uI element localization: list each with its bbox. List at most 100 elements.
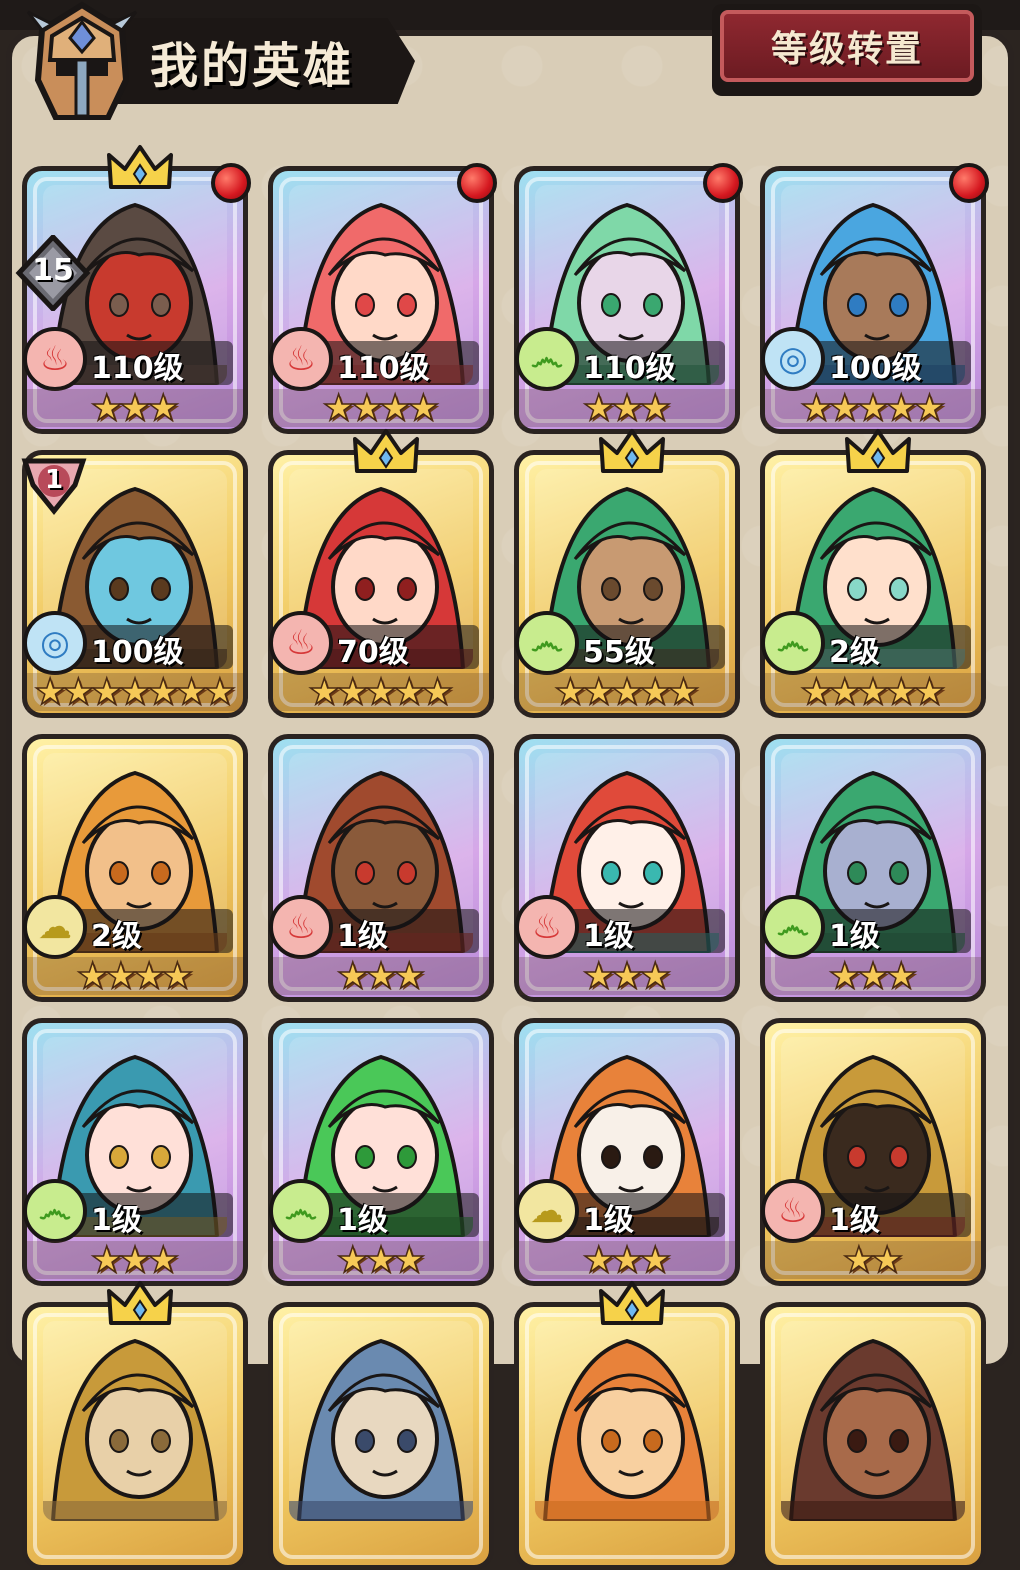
star-rating: ★ ★ ★ ★ ★ ★ ★ [27, 671, 243, 714]
star-rating: ★ ★ ★ [273, 1239, 489, 1282]
hero-portrait [289, 1321, 473, 1521]
hero-card[interactable]: ෴ 110级 ★ ★ ★ [514, 163, 743, 434]
hero-level: 110级 [583, 351, 676, 386]
star-rating: ★ ★ ★ ★ ★ [765, 671, 981, 714]
hero-card[interactable] [22, 1281, 248, 1570]
water-element-icon: ◎ [23, 611, 87, 675]
notification-dot [703, 163, 743, 203]
fire-element-icon: ♨ [269, 611, 333, 675]
hero-level: 2级 [91, 919, 142, 954]
hero-card[interactable]: ♨ 1级 ★ ★ ★ [268, 734, 494, 1002]
star-icon: ★ [638, 387, 672, 430]
wind-element-icon: ෴ [23, 1179, 87, 1243]
wind-element-icon: ෴ [269, 1179, 333, 1243]
crown-icon [599, 429, 665, 473]
rank-badge: 15 [15, 233, 91, 313]
star-icon: ★ [913, 671, 947, 714]
hero-card[interactable]: ෴ 1级 ★ ★ ★ [268, 1018, 494, 1286]
star-icon: ★ [146, 1239, 180, 1282]
earth-element-icon: ☁ [23, 895, 87, 959]
star-rating: ★ ★ ★ [765, 955, 981, 998]
level-reset-label: 等级转置 [720, 10, 974, 82]
star-rating: ★ ★ ★ [519, 955, 735, 998]
hero-level: 1级 [829, 1203, 880, 1238]
hero-card[interactable]: ☁ 2级 ★ ★ ★ ★ [22, 734, 248, 1002]
star-icon: ★ [421, 671, 455, 714]
star-icon: ★ [638, 955, 672, 998]
fire-element-icon: ♨ [761, 1179, 825, 1243]
hero-card[interactable]: ♨ 1级 ★ ★ [760, 1018, 986, 1286]
hero-card[interactable] [514, 1281, 740, 1570]
crown-icon [107, 145, 173, 189]
star-rating: ★ ★ ★ ★ ★ [273, 671, 489, 714]
hero-level: 70级 [337, 635, 409, 670]
hero-card[interactable] [268, 1302, 494, 1570]
star-rating: ★ ★ ★ [27, 387, 243, 429]
hero-portrait [535, 1321, 719, 1521]
star-rating: ★ ★ ★ [519, 1239, 735, 1282]
wind-element-icon: ෴ [761, 611, 825, 675]
hero-card[interactable]: ◎ 100级 ★ ★ ★ ★ ★ [760, 163, 989, 434]
hero-level: 55级 [583, 635, 655, 670]
fire-element-icon: ♨ [269, 327, 333, 391]
star-icon: ★ [392, 1239, 426, 1282]
helmet-icon [26, 1, 138, 120]
level-reset-button[interactable]: 等级转置 [712, 4, 982, 96]
hero-card[interactable]: ◎ 100级 ★ ★ ★ ★ ★ ★ ★ 1 [19, 450, 248, 718]
hero-card[interactable]: ♨ 1级 ★ ★ ★ [514, 734, 740, 1002]
star-rating: ★ ★ ★ ★ ★ [519, 671, 735, 714]
hero-card[interactable]: ෴ 1级 ★ ★ ★ [22, 1018, 248, 1286]
star-icon: ★ [913, 387, 947, 430]
star-icon: ★ [161, 955, 195, 998]
page-title: 我的英雄 [150, 38, 355, 94]
star-rating: ★ ★ [765, 1239, 981, 1282]
star-rating: ★ ★ ★ [27, 1239, 243, 1282]
hero-card[interactable]: ෴ 2级 ★ ★ ★ ★ ★ [760, 429, 986, 718]
hero-level: 1级 [337, 1203, 388, 1238]
star-icon: ★ [392, 955, 426, 998]
rank-badge-value: 15 [32, 253, 74, 288]
hero-portrait [781, 1321, 965, 1521]
awaken-badge: 1 [19, 451, 89, 515]
hero-level: 100级 [829, 351, 922, 386]
star-icon: ★ [638, 1239, 672, 1282]
wind-element-icon: ෴ [761, 895, 825, 959]
hero-level: 100级 [91, 635, 184, 670]
hero-level: 1级 [583, 1203, 634, 1238]
hero-card[interactable]: ♨ 110级 ★ ★ ★ 15 [15, 145, 251, 434]
hero-level: 1级 [337, 919, 388, 954]
hero-card[interactable] [760, 1302, 986, 1570]
crown-icon [599, 1281, 665, 1325]
crown-icon [107, 1281, 173, 1325]
hero-card[interactable]: ☁ 1级 ★ ★ ★ [514, 1018, 740, 1286]
star-rating: ★ ★ ★ [273, 955, 489, 998]
hero-card[interactable]: ♨ 110级 ★ ★ ★ ★ [268, 163, 497, 434]
star-rating: ★ ★ ★ [519, 387, 735, 430]
earth-element-icon: ☁ [515, 1179, 579, 1243]
star-icon: ★ [407, 387, 441, 430]
star-rating: ★ ★ ★ ★ [273, 387, 489, 430]
star-icon: ★ [884, 955, 918, 998]
star-icon: ★ [203, 671, 237, 714]
hero-level: 110级 [337, 351, 430, 386]
star-rating: ★ ★ ★ ★ [27, 955, 243, 998]
hero-level: 110级 [91, 351, 184, 386]
water-element-icon: ◎ [761, 327, 825, 391]
notification-dot [949, 163, 989, 203]
hero-level: 1级 [829, 919, 880, 954]
notification-dot [211, 163, 251, 203]
wind-element-icon: ෴ [515, 611, 579, 675]
hero-level: 1级 [583, 919, 634, 954]
fire-element-icon: ♨ [515, 895, 579, 959]
star-icon: ★ [667, 671, 701, 714]
hero-card[interactable]: ♨ 70级 ★ ★ ★ ★ ★ [268, 429, 494, 718]
star-rating: ★ ★ ★ ★ ★ [765, 387, 981, 430]
awaken-badge-value: 1 [44, 465, 64, 495]
crown-icon [845, 429, 911, 473]
hero-card[interactable]: ෴ 55级 ★ ★ ★ ★ ★ [514, 429, 740, 718]
notification-dot [457, 163, 497, 203]
star-icon: ★ [870, 1239, 904, 1282]
hero-card[interactable]: ෴ 1级 ★ ★ ★ [760, 734, 986, 1002]
fire-element-icon: ♨ [23, 327, 87, 391]
wind-element-icon: ෴ [515, 327, 579, 391]
